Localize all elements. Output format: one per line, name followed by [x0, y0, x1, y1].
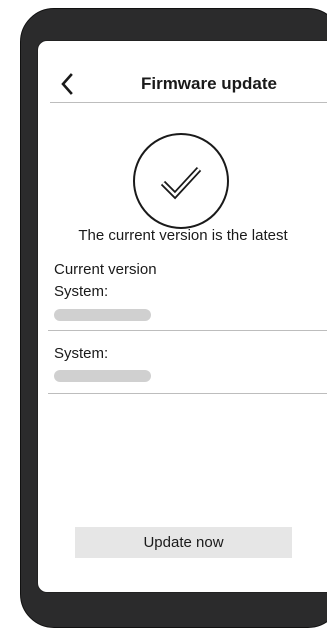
update-now-button[interactable]: Update now [75, 527, 292, 558]
new-system-label: System: [54, 345, 109, 362]
back-button[interactable] [52, 67, 82, 101]
current-system-label: System: [54, 283, 109, 300]
checkmark-circle-icon [133, 133, 229, 229]
status-message: The current version is the latest [78, 227, 288, 244]
current-version-heading: Current version [54, 261, 157, 278]
page-title: Firmware update [140, 74, 278, 93]
divider [48, 393, 327, 394]
current-system-value-placeholder [54, 309, 151, 321]
device-screen: Firmware update The current version is t… [37, 40, 327, 593]
divider [48, 330, 327, 331]
chevron-left-icon [61, 73, 73, 95]
app-header: Firmware update [50, 67, 327, 103]
new-system-value-placeholder [54, 370, 151, 382]
